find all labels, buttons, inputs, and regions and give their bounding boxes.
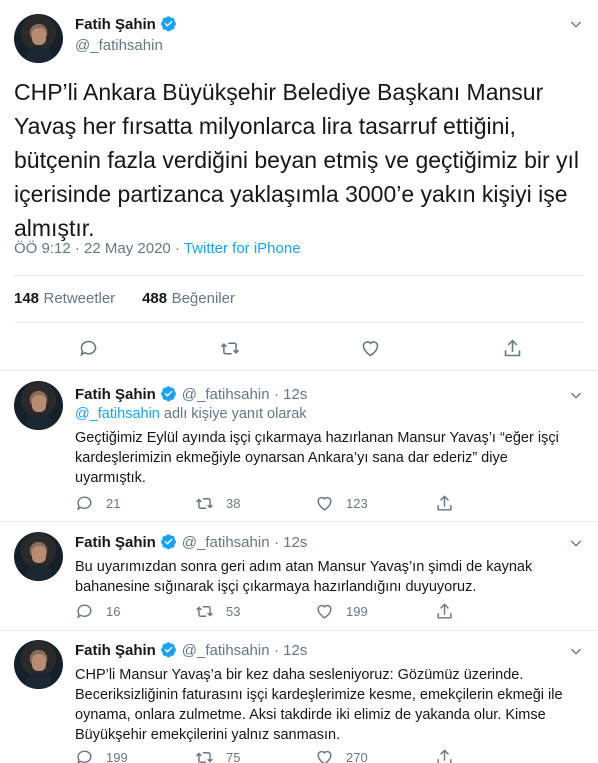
retweets-label[interactable]: Retweetler [43, 290, 115, 307]
reply-time[interactable]: · 12s [274, 386, 307, 403]
share-icon[interactable] [435, 748, 454, 763]
reply-author-handle[interactable]: @_fatihsahin [182, 642, 270, 659]
tweet-source[interactable]: Twitter for iPhone [184, 240, 301, 257]
verified-badge-icon [161, 16, 177, 32]
avatar-face [32, 654, 46, 671]
reply-author-name[interactable]: Fatih Şahin [75, 386, 156, 403]
author-handle[interactable]: @_fatihsahin [75, 37, 177, 54]
reply-header: Fatih Şahin @_fatihsahin · 12s [75, 533, 585, 552]
reply-icon[interactable] [78, 338, 99, 359]
tweet-stats: 148 Retweetler 488 Beğeniler [14, 290, 235, 308]
reply-header: Fatih Şahin @_fatihsahin · 12s [75, 641, 585, 660]
share-icon[interactable] [435, 494, 454, 513]
retweet-count: 38 [226, 496, 241, 511]
divider [0, 521, 598, 522]
retweet-button[interactable]: 38 [195, 494, 240, 513]
divider [14, 275, 584, 276]
like-button[interactable]: 123 [315, 494, 368, 513]
reply-actions: 21 38 123 [75, 494, 580, 514]
share-icon[interactable] [502, 338, 523, 359]
retweet-icon [196, 498, 213, 509]
reply-text: CHP’li Mansur Yavaş’a bir kez daha sesle… [75, 667, 563, 743]
like-count: 270 [346, 750, 368, 763]
reply-avatar[interactable] [14, 640, 63, 689]
retweet-button[interactable]: 53 [195, 602, 240, 621]
reply-icon [77, 750, 92, 763]
reply-actions: 199 75 270 [75, 748, 580, 763]
reply-author-handle[interactable]: @_fatihsahin [182, 386, 270, 403]
like-count: 123 [346, 496, 368, 511]
reply-avatar[interactable] [14, 532, 63, 581]
likes-count[interactable]: 488 [142, 290, 167, 307]
reply-actions: 16 53 199 [75, 602, 580, 622]
reply-icon [77, 496, 92, 511]
reply-button[interactable]: 21 [75, 494, 120, 513]
like-count: 199 [346, 604, 368, 619]
chevron-down-icon[interactable] [568, 16, 584, 32]
retweet-icon[interactable] [219, 338, 241, 359]
chevron-down-icon[interactable] [568, 387, 584, 403]
avatar-suit [26, 673, 52, 689]
reply-count: 16 [106, 604, 121, 619]
divider [0, 370, 598, 371]
tweet-meta: ÖÖ 9:12 · 22 May 2020 · Twitter for iPho… [14, 240, 301, 257]
reply-icon [77, 604, 92, 619]
tweet-text: CHP’li Ankara Büyükşehir Belediye Başkan… [14, 79, 580, 241]
avatar-suit [26, 47, 52, 63]
like-icon [317, 750, 332, 763]
avatar-face [32, 28, 46, 45]
reply-button[interactable]: 16 [75, 602, 120, 621]
reply-time[interactable]: · 12s [274, 534, 307, 551]
author-block: Fatih Şahin @_fatihsahin [75, 15, 177, 54]
like-icon [317, 496, 332, 511]
divider [14, 322, 584, 323]
reply-button[interactable]: 199 [75, 748, 128, 763]
reply-avatar[interactable] [14, 381, 63, 430]
retweet-count: 75 [226, 750, 241, 763]
like-button[interactable]: 270 [315, 748, 368, 763]
reply-time[interactable]: · 12s [274, 642, 307, 659]
retweet-icon [196, 606, 213, 617]
reply-author-name[interactable]: Fatih Şahin [75, 534, 156, 551]
retweets-count[interactable]: 148 [14, 290, 39, 307]
avatar-suit [26, 414, 52, 430]
avatar-suit [26, 565, 52, 581]
verified-badge-icon [161, 534, 177, 550]
author-name[interactable]: Fatih Şahin [75, 16, 156, 33]
reply-text: Bu uyarımızdan sonra geri adım atan Mans… [75, 559, 533, 595]
reply-count: 21 [106, 496, 121, 511]
replying-to-suffix: adlı kişiye yanıt olarak [159, 406, 307, 422]
tweet-timestamp[interactable]: ÖÖ 9:12 · 22 May 2020 · [14, 240, 184, 257]
retweet-count: 53 [226, 604, 241, 619]
chevron-down-icon[interactable] [568, 643, 584, 659]
retweet-button[interactable]: 75 [195, 748, 240, 763]
divider [0, 630, 598, 631]
author-avatar[interactable] [14, 14, 63, 63]
reply-count: 199 [106, 750, 128, 763]
reply-author-name[interactable]: Fatih Şahin [75, 642, 156, 659]
avatar-face [32, 395, 46, 412]
reply-text: Geçtiğimiz Eylül ayında işçi çıkarmaya h… [75, 430, 559, 486]
like-icon [317, 604, 332, 619]
like-icon[interactable] [360, 338, 381, 359]
likes-label[interactable]: Beğeniler [172, 290, 235, 307]
share-icon[interactable] [435, 602, 454, 621]
replying-to: @_fatihsahin adlı kişiye yanıt olarak [75, 406, 307, 422]
avatar-face [32, 546, 46, 563]
verified-badge-icon [161, 642, 177, 658]
reply-author-handle[interactable]: @_fatihsahin [182, 534, 270, 551]
like-button[interactable]: 199 [315, 602, 368, 621]
replying-to-handle[interactable]: @_fatihsahin [75, 406, 160, 422]
reply-header: Fatih Şahin @_fatihsahin · 12s [75, 385, 585, 404]
chevron-down-icon[interactable] [568, 535, 584, 551]
verified-badge-icon [161, 386, 177, 402]
retweet-icon [196, 752, 213, 763]
